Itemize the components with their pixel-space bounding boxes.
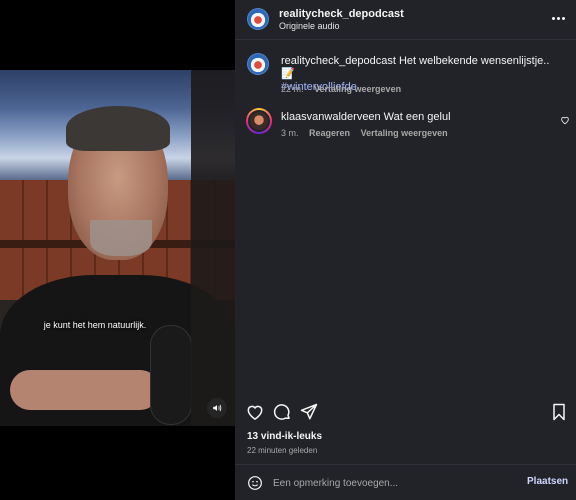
paper-plane-icon[interactable] (299, 402, 319, 422)
speaker-hair (66, 106, 170, 151)
post-header: realitycheck_depodcast Originele audio (235, 0, 576, 40)
more-options-button[interactable] (550, 10, 566, 26)
speaker-icon (213, 404, 222, 412)
comment-username[interactable]: realitycheck_depodcast (281, 55, 396, 67)
post-timestamp[interactable]: 22 minuten geleden (247, 446, 317, 455)
heart-icon[interactable] (560, 115, 570, 125)
comment-text: klaasvanwalderveen Wat een gelul (281, 111, 551, 124)
speaker-beard (90, 220, 152, 256)
avatar-image (248, 110, 270, 132)
caption-comment: realitycheck_depodcast Het welbekende wen… (247, 53, 567, 97)
mute-button[interactable] (207, 398, 227, 418)
bookmark-icon[interactable] (549, 402, 569, 422)
action-bar (235, 400, 576, 424)
more-horizontal-icon-dot (561, 16, 565, 20)
translate-button[interactable]: Vertaling weergeven (361, 128, 448, 138)
avatar[interactable] (247, 53, 269, 75)
add-comment-bar: Plaatsen (235, 464, 576, 500)
audio-label[interactable]: Originele audio (279, 21, 340, 31)
video-subtitle: je kunt het hem natuurlijk. (43, 320, 147, 330)
avatar[interactable] (247, 8, 269, 30)
like-count[interactable]: 13 vind-ik-leuks (247, 431, 322, 442)
comment-meta: 22 m. Vertaling weergeven (281, 84, 409, 94)
more-horizontal-icon (551, 16, 555, 20)
comment-body: Wat een gelul (383, 111, 451, 123)
comment-username[interactable]: klaasvanwalderveen (281, 111, 381, 123)
media-panel: je kunt het hem natuurlijk. (0, 0, 235, 500)
header-username[interactable]: realitycheck_depodcast (279, 8, 404, 20)
reply-button[interactable]: Reageren (309, 128, 350, 138)
reel-video[interactable]: je kunt het hem natuurlijk. (0, 70, 235, 426)
comment-bubble-icon[interactable] (272, 402, 292, 422)
post-side-panel: realitycheck_depodcast Originele audio r… (235, 0, 576, 500)
comment-time[interactable]: 3 m. (281, 128, 299, 138)
heart-icon[interactable] (245, 402, 265, 422)
list-item: klaasvanwalderveen Wat een gelul 3 m. Rea… (246, 108, 570, 143)
translate-button[interactable]: Vertaling weergeven (314, 84, 401, 94)
speaker-arms (10, 370, 160, 410)
video-edge-shadow (191, 70, 235, 426)
comment-input[interactable] (273, 474, 513, 492)
microphone (150, 325, 192, 425)
avatar[interactable] (246, 108, 272, 134)
comment-meta: 3 m. Reageren Vertaling weergeven (281, 128, 456, 138)
post-comment-button[interactable]: Plaatsen (527, 476, 568, 487)
comment-time[interactable]: 22 m. (281, 84, 304, 94)
smiley-icon[interactable] (247, 475, 263, 491)
more-horizontal-icon-dot (556, 16, 560, 20)
